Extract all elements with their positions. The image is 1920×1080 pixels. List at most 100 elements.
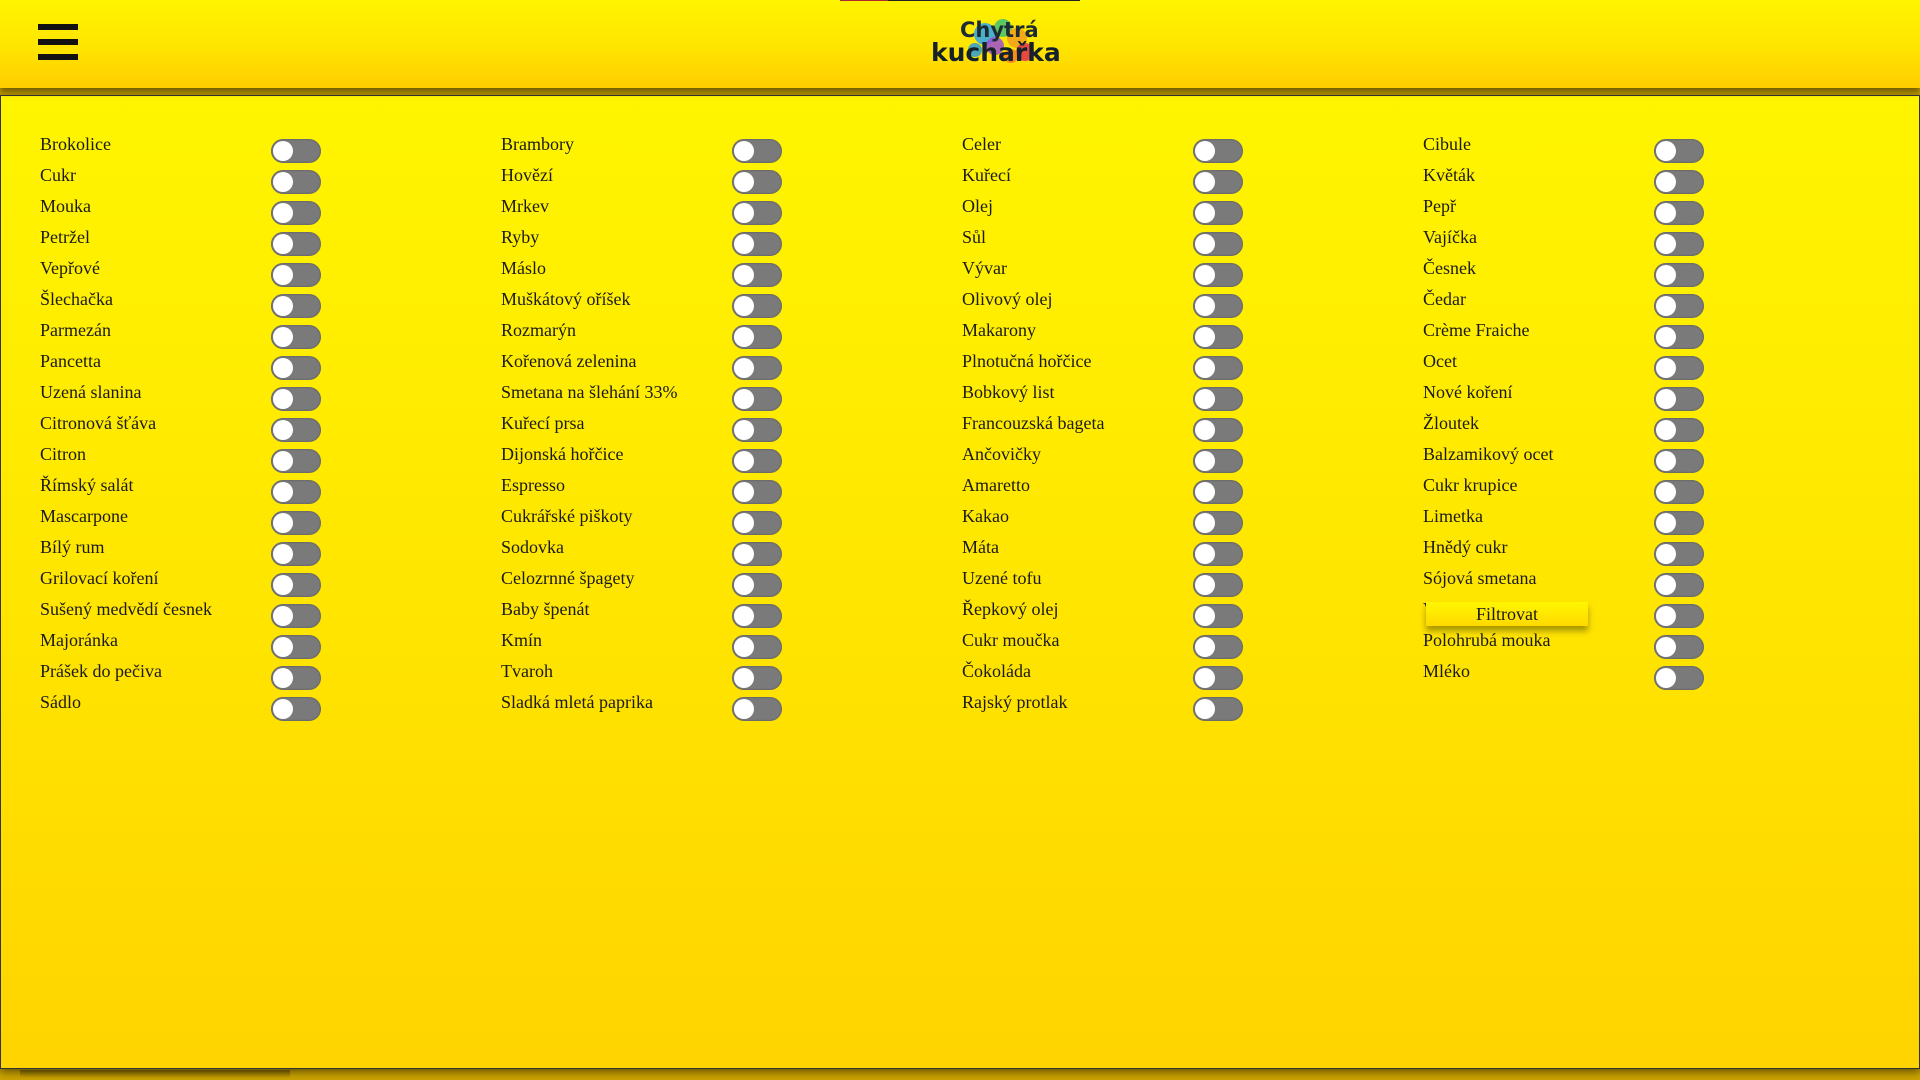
ingredient-toggle[interactable]: [1654, 387, 1704, 411]
ingredient-toggle[interactable]: [732, 573, 782, 597]
ingredient-toggle[interactable]: [732, 480, 782, 504]
ingredient-toggle[interactable]: [271, 480, 321, 504]
ingredient-toggle[interactable]: [271, 542, 321, 566]
ingredient-toggle[interactable]: [1654, 604, 1704, 628]
ingredient-label: Smetana na šlehání 33%: [501, 382, 678, 402]
ingredient-toggle[interactable]: [1654, 294, 1704, 318]
toggle-knob: [1656, 513, 1676, 533]
ingredient-toggle[interactable]: [1654, 325, 1704, 349]
ingredient-toggle[interactable]: [732, 201, 782, 225]
ingredient-toggle[interactable]: [732, 139, 782, 163]
ingredient-toggle[interactable]: [1654, 201, 1704, 225]
ingredient-toggle[interactable]: [271, 511, 321, 535]
ingredient-toggle[interactable]: [271, 356, 321, 380]
ingredient-toggle[interactable]: [271, 387, 321, 411]
ingredient-toggle[interactable]: [1654, 170, 1704, 194]
ingredient-toggle[interactable]: [1193, 294, 1243, 318]
filter-button[interactable]: Filtrovat: [1426, 602, 1588, 626]
ingredient-toggle[interactable]: [1654, 232, 1704, 256]
ingredient-toggle[interactable]: [732, 511, 782, 535]
ingredient-toggle[interactable]: [1654, 666, 1704, 690]
ingredient-label: Hovězí: [501, 165, 553, 185]
ingredient-toggle[interactable]: [1193, 418, 1243, 442]
ingredient-toggle[interactable]: [732, 418, 782, 442]
ingredient-row: Uzené tofu: [962, 568, 1422, 599]
ingredient-toggle[interactable]: [732, 387, 782, 411]
ingredient-toggle[interactable]: [732, 604, 782, 628]
ingredient-toggle[interactable]: [1193, 480, 1243, 504]
ingredient-toggle[interactable]: [271, 325, 321, 349]
ingredient-label: Tvaroh: [501, 661, 553, 681]
ingredient-label: Kuřecí prsa: [501, 413, 585, 433]
ingredient-toggle[interactable]: [1193, 201, 1243, 225]
ingredient-toggle[interactable]: [1193, 635, 1243, 659]
ingredient-toggle[interactable]: [732, 542, 782, 566]
ingredient-toggle[interactable]: [732, 356, 782, 380]
ingredient-label: Pepř: [1423, 196, 1456, 216]
ingredient-toggle[interactable]: [732, 449, 782, 473]
hamburger-menu-icon[interactable]: [38, 22, 78, 62]
ingredient-toggle[interactable]: [271, 139, 321, 163]
ingredient-toggle[interactable]: [1654, 573, 1704, 597]
ingredient-toggle[interactable]: [271, 573, 321, 597]
ingredient-toggle[interactable]: [1654, 418, 1704, 442]
ingredient-toggle[interactable]: [271, 170, 321, 194]
toggle-knob: [273, 668, 293, 688]
ingredient-toggle[interactable]: [1654, 263, 1704, 287]
ingredient-row: Majoránka: [40, 630, 500, 661]
site-logo[interactable]: Chytrá kuchařka: [925, 12, 1075, 70]
ingredient-toggle[interactable]: [1654, 511, 1704, 535]
ingredient-toggle[interactable]: [1654, 480, 1704, 504]
ingredient-toggle[interactable]: [1654, 139, 1704, 163]
toggle-knob: [734, 172, 754, 192]
ingredient-label: Bílý rum: [40, 537, 105, 557]
ingredient-toggle[interactable]: [271, 604, 321, 628]
toggle-knob: [1195, 327, 1215, 347]
ingredient-toggle[interactable]: [1654, 356, 1704, 380]
ingredient-toggle[interactable]: [1654, 449, 1704, 473]
toggle-knob: [1195, 265, 1215, 285]
toggle-knob: [734, 265, 754, 285]
ingredient-toggle[interactable]: [271, 294, 321, 318]
ingredient-toggle[interactable]: [271, 666, 321, 690]
ingredient-toggle[interactable]: [732, 697, 782, 721]
ingredient-toggle[interactable]: [732, 232, 782, 256]
ingredient-column-2: Brambory Hovězí Mrkev Ryby Máslo Muškátový oř…: [501, 134, 961, 723]
ingredient-toggle[interactable]: [1193, 542, 1243, 566]
ingredient-toggle[interactable]: [732, 325, 782, 349]
ingredient-toggle[interactable]: [271, 263, 321, 287]
ingredient-row: Sodovka: [501, 537, 961, 568]
ingredient-toggle[interactable]: [732, 294, 782, 318]
ingredient-toggle[interactable]: [1193, 666, 1243, 690]
ingredient-toggle[interactable]: [732, 666, 782, 690]
ingredient-toggle[interactable]: [1193, 511, 1243, 535]
ingredient-toggle[interactable]: [1654, 635, 1704, 659]
ingredient-toggle[interactable]: [1654, 542, 1704, 566]
ingredient-row: Celozrnné špagety: [501, 568, 961, 599]
ingredient-toggle[interactable]: [271, 449, 321, 473]
ingredient-toggle[interactable]: [732, 635, 782, 659]
ingredient-toggle[interactable]: [271, 418, 321, 442]
ingredient-toggle[interactable]: [271, 201, 321, 225]
toggle-knob: [1195, 482, 1215, 502]
ingredient-toggle[interactable]: [1193, 170, 1243, 194]
ingredient-toggle[interactable]: [271, 635, 321, 659]
ingredient-toggle[interactable]: [1193, 139, 1243, 163]
ingredient-toggle[interactable]: [1193, 573, 1243, 597]
ingredient-toggle[interactable]: [271, 697, 321, 721]
ingredient-toggle[interactable]: [732, 263, 782, 287]
ingredient-row: Kuřecí prsa: [501, 413, 961, 444]
ingredient-toggle[interactable]: [1193, 604, 1243, 628]
ingredient-toggle[interactable]: [1193, 356, 1243, 380]
toggle-knob: [273, 482, 293, 502]
ingredient-toggle[interactable]: [271, 232, 321, 256]
ingredient-label: Brokolice: [40, 134, 111, 154]
ingredient-toggle[interactable]: [1193, 263, 1243, 287]
ingredient-toggle[interactable]: [1193, 697, 1243, 721]
ingredient-toggle[interactable]: [732, 170, 782, 194]
ingredient-toggle[interactable]: [1193, 387, 1243, 411]
ingredient-toggle[interactable]: [1193, 449, 1243, 473]
ingredient-toggle[interactable]: [1193, 232, 1243, 256]
ingredient-label: Citron: [40, 444, 87, 464]
ingredient-toggle[interactable]: [1193, 325, 1243, 349]
